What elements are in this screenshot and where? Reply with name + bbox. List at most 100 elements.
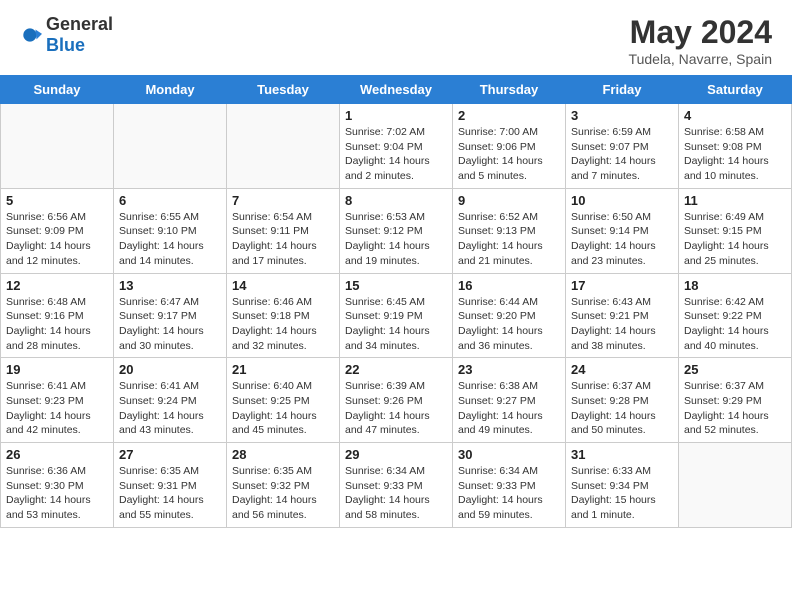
day-number: 17: [571, 278, 673, 293]
day-info: Sunrise: 6:47 AM Sunset: 9:17 PM Dayligh…: [119, 295, 221, 354]
day-number: 1: [345, 108, 447, 123]
weekday-header: Friday: [566, 76, 679, 104]
day-info: Sunrise: 6:52 AM Sunset: 9:13 PM Dayligh…: [458, 210, 560, 269]
day-number: 10: [571, 193, 673, 208]
calendar-day-cell: 8Sunrise: 6:53 AM Sunset: 9:12 PM Daylig…: [340, 188, 453, 273]
day-info: Sunrise: 7:00 AM Sunset: 9:06 PM Dayligh…: [458, 125, 560, 184]
calendar-day-cell: 23 Sunrise: 6:38 AM Sunset: 9:27 PM Dayli…: [453, 358, 566, 443]
location-title: Tudela, Navarre, Spain: [629, 51, 772, 67]
day-info: Sunrise: 6:36 AM Sunset: 9:30 PM Dayligh…: [6, 464, 108, 523]
day-number: 30: [458, 447, 560, 462]
calendar-day-cell: 1Sunrise: 7:02 AM Sunset: 9:04 PM Daylig…: [340, 104, 453, 189]
calendar-day-cell: 13 Sunrise: 6:47 AM Sunset: 9:17 PM Dayli…: [114, 273, 227, 358]
calendar-day-cell: [1, 104, 114, 189]
day-info: Sunrise: 6:35 AM Sunset: 9:32 PM Dayligh…: [232, 464, 334, 523]
calendar-day-cell: [227, 104, 340, 189]
day-number: 23: [458, 362, 560, 377]
calendar-day-cell: 31 Sunrise: 6:33 AM Sunset: 9:34 PM Dayli…: [566, 443, 679, 528]
day-number: 12: [6, 278, 108, 293]
day-info: Sunrise: 6:49 AM Sunset: 9:15 PM Dayligh…: [684, 210, 786, 269]
day-number: 31: [571, 447, 673, 462]
day-info: Sunrise: 6:39 AM Sunset: 9:26 PM Dayligh…: [345, 379, 447, 438]
weekday-header: Monday: [114, 76, 227, 104]
day-info: Sunrise: 6:41 AM Sunset: 9:23 PM Dayligh…: [6, 379, 108, 438]
weekday-header: Sunday: [1, 76, 114, 104]
calendar-day-cell: 28 Sunrise: 6:35 AM Sunset: 9:32 PM Dayli…: [227, 443, 340, 528]
calendar-day-cell: 3 Sunrise: 6:59 AM Sunset: 9:07 PM Daylig…: [566, 104, 679, 189]
calendar-day-cell: 17 Sunrise: 6:43 AM Sunset: 9:21 PM Dayli…: [566, 273, 679, 358]
day-info: Sunrise: 6:38 AM Sunset: 9:27 PM Dayligh…: [458, 379, 560, 438]
calendar-day-cell: 25Sunrise: 6:37 AM Sunset: 9:29 PM Dayli…: [679, 358, 792, 443]
day-info: Sunrise: 6:43 AM Sunset: 9:21 PM Dayligh…: [571, 295, 673, 354]
day-number: 21: [232, 362, 334, 377]
calendar-day-cell: 20Sunrise: 6:41 AM Sunset: 9:24 PM Dayli…: [114, 358, 227, 443]
page-header: General Blue May 2024 Tudela, Navarre, S…: [0, 0, 792, 75]
calendar-day-cell: 15Sunrise: 6:45 AM Sunset: 9:19 PM Dayli…: [340, 273, 453, 358]
day-info: Sunrise: 6:50 AM Sunset: 9:14 PM Dayligh…: [571, 210, 673, 269]
calendar-week-row: 5 Sunrise: 6:56 AM Sunset: 9:09 PM Daylig…: [1, 188, 792, 273]
logo-blue-text: Blue: [46, 35, 85, 55]
day-number: 9: [458, 193, 560, 208]
calendar-day-cell: 11 Sunrise: 6:49 AM Sunset: 9:15 PM Dayli…: [679, 188, 792, 273]
calendar-day-cell: 7Sunrise: 6:54 AM Sunset: 9:11 PM Daylig…: [227, 188, 340, 273]
month-title: May 2024: [629, 14, 772, 51]
logo-icon: [20, 24, 42, 46]
day-info: Sunrise: 6:37 AM Sunset: 9:28 PM Dayligh…: [571, 379, 673, 438]
day-info: Sunrise: 6:42 AM Sunset: 9:22 PM Dayligh…: [684, 295, 786, 354]
day-number: 13: [119, 278, 221, 293]
calendar-day-cell: 26 Sunrise: 6:36 AM Sunset: 9:30 PM Dayli…: [1, 443, 114, 528]
calendar-day-cell: 10 Sunrise: 6:50 AM Sunset: 9:14 PM Dayli…: [566, 188, 679, 273]
day-number: 5: [6, 193, 108, 208]
day-info: Sunrise: 6:45 AM Sunset: 9:19 PM Dayligh…: [345, 295, 447, 354]
weekday-header: Thursday: [453, 76, 566, 104]
calendar-day-cell: 14 Sunrise: 6:46 AM Sunset: 9:18 PM Dayli…: [227, 273, 340, 358]
day-info: Sunrise: 6:40 AM Sunset: 9:25 PM Dayligh…: [232, 379, 334, 438]
day-number: 25: [684, 362, 786, 377]
day-info: Sunrise: 6:33 AM Sunset: 9:34 PM Dayligh…: [571, 464, 673, 523]
calendar-day-cell: 5 Sunrise: 6:56 AM Sunset: 9:09 PM Daylig…: [1, 188, 114, 273]
logo-general-text: General: [46, 14, 113, 34]
day-number: 28: [232, 447, 334, 462]
day-info: Sunrise: 6:58 AM Sunset: 9:08 PM Dayligh…: [684, 125, 786, 184]
calendar-day-cell: 16Sunrise: 6:44 AM Sunset: 9:20 PM Dayli…: [453, 273, 566, 358]
day-number: 19: [6, 362, 108, 377]
weekday-header: Saturday: [679, 76, 792, 104]
day-number: 3: [571, 108, 673, 123]
day-info: Sunrise: 6:35 AM Sunset: 9:31 PM Dayligh…: [119, 464, 221, 523]
calendar-day-cell: 30 Sunrise: 6:34 AM Sunset: 9:33 PM Dayli…: [453, 443, 566, 528]
day-info: Sunrise: 6:34 AM Sunset: 9:33 PM Dayligh…: [458, 464, 560, 523]
calendar-day-cell: 29Sunrise: 6:34 AM Sunset: 9:33 PM Dayli…: [340, 443, 453, 528]
calendar-day-cell: 18Sunrise: 6:42 AM Sunset: 9:22 PM Dayli…: [679, 273, 792, 358]
weekday-header: Tuesday: [227, 76, 340, 104]
calendar-day-cell: 9 Sunrise: 6:52 AM Sunset: 9:13 PM Daylig…: [453, 188, 566, 273]
day-number: 7: [232, 193, 334, 208]
day-number: 22: [345, 362, 447, 377]
day-info: Sunrise: 6:48 AM Sunset: 9:16 PM Dayligh…: [6, 295, 108, 354]
day-number: 11: [684, 193, 786, 208]
day-number: 27: [119, 447, 221, 462]
calendar-day-cell: 12 Sunrise: 6:48 AM Sunset: 9:16 PM Dayli…: [1, 273, 114, 358]
calendar-day-cell: 24Sunrise: 6:37 AM Sunset: 9:28 PM Dayli…: [566, 358, 679, 443]
title-block: May 2024 Tudela, Navarre, Spain: [629, 14, 772, 67]
calendar-day-cell: 6 Sunrise: 6:55 AM Sunset: 9:10 PM Daylig…: [114, 188, 227, 273]
day-number: 2: [458, 108, 560, 123]
day-info: Sunrise: 6:56 AM Sunset: 9:09 PM Dayligh…: [6, 210, 108, 269]
day-number: 26: [6, 447, 108, 462]
weekday-header: Wednesday: [340, 76, 453, 104]
calendar-day-cell: [114, 104, 227, 189]
logo: General Blue: [20, 14, 113, 56]
calendar-week-row: 1Sunrise: 7:02 AM Sunset: 9:04 PM Daylig…: [1, 104, 792, 189]
day-info: Sunrise: 6:59 AM Sunset: 9:07 PM Dayligh…: [571, 125, 673, 184]
day-info: Sunrise: 6:46 AM Sunset: 9:18 PM Dayligh…: [232, 295, 334, 354]
day-info: Sunrise: 6:55 AM Sunset: 9:10 PM Dayligh…: [119, 210, 221, 269]
day-info: Sunrise: 6:41 AM Sunset: 9:24 PM Dayligh…: [119, 379, 221, 438]
calendar-header-row: SundayMondayTuesdayWednesdayThursdayFrid…: [1, 76, 792, 104]
calendar-week-row: 26 Sunrise: 6:36 AM Sunset: 9:30 PM Dayli…: [1, 443, 792, 528]
calendar-day-cell: 2 Sunrise: 7:00 AM Sunset: 9:06 PM Daylig…: [453, 104, 566, 189]
calendar-day-cell: 21 Sunrise: 6:40 AM Sunset: 9:25 PM Dayli…: [227, 358, 340, 443]
day-number: 6: [119, 193, 221, 208]
calendar-day-cell: 4Sunrise: 6:58 AM Sunset: 9:08 PM Daylig…: [679, 104, 792, 189]
day-number: 14: [232, 278, 334, 293]
day-number: 16: [458, 278, 560, 293]
calendar-table: SundayMondayTuesdayWednesdayThursdayFrid…: [0, 75, 792, 528]
